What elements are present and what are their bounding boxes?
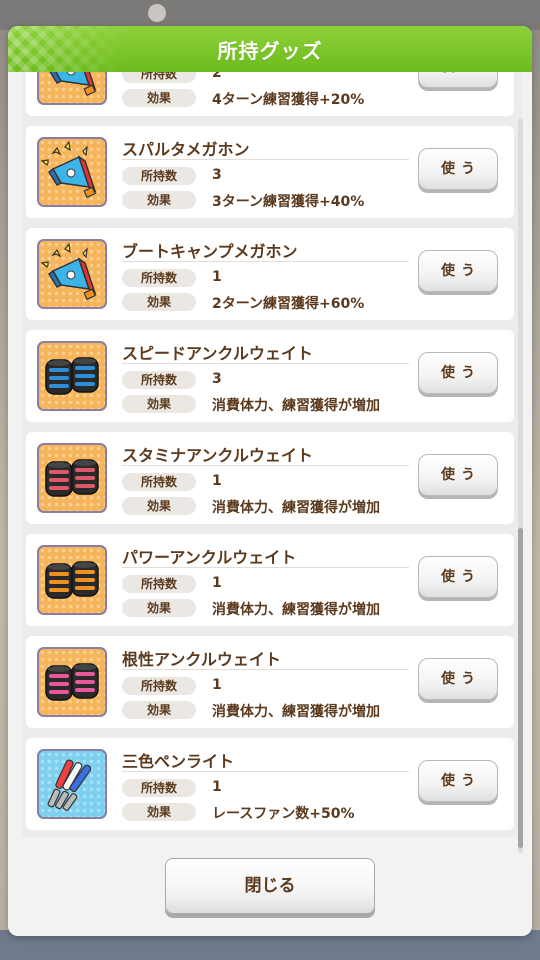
owned-count: 3 — [212, 371, 222, 387]
item-name: パワーアンクルウェイト — [122, 548, 297, 567]
effect-text: 消費体力、練習獲得が増加 — [212, 500, 380, 516]
item-name: ブートキャンプメガホン — [122, 242, 298, 261]
owned-label: 所持数 — [122, 779, 196, 797]
scrollbar[interactable] — [518, 118, 523, 853]
effect-text: 消費体力、練習獲得が増加 — [212, 704, 380, 720]
megaphone-yellow-icon — [37, 72, 107, 105]
item-divider — [122, 669, 409, 670]
use-button[interactable]: 使う — [418, 352, 498, 394]
modal-header: 所持グッズ — [8, 26, 532, 72]
effect-label: 効果 — [122, 599, 196, 617]
effect-text: レースファン数+50% — [212, 806, 355, 822]
effect-text: 消費体力、練習獲得が増加 — [212, 398, 380, 414]
owned-count: 1 — [212, 269, 222, 285]
effect-text: 2ターン練習獲得+60% — [212, 296, 365, 312]
use-button[interactable]: 使う — [418, 556, 498, 598]
effect-label: 効果 — [122, 293, 196, 311]
owned-count: 3 — [212, 167, 222, 183]
item-divider — [122, 465, 409, 466]
use-button[interactable]: 使う — [418, 148, 498, 190]
ankle-weight-blue-icon — [37, 341, 107, 411]
effect-label: 効果 — [122, 803, 196, 821]
goods-item: 所持数 2 効果 4ターン練習獲得+20% 使う — [26, 72, 514, 116]
goods-list: 所持数2効果4ターン練習獲得+20%使うスパルタメガホン所持数3効果3ターン練習… — [26, 72, 514, 837]
modal-title: 所持グッズ — [217, 39, 323, 63]
ankle-weight-red-icon — [37, 443, 107, 513]
owned-count: 2 — [212, 72, 222, 81]
item-divider — [122, 771, 409, 772]
effect-text: 3ターン練習獲得+40% — [212, 194, 365, 210]
close-button[interactable]: 閉じる — [165, 858, 375, 914]
penlight-icon — [37, 749, 107, 819]
owned-count: 1 — [212, 473, 222, 489]
goods-modal: 所持グッズ 所持数2効果4ターン練習獲得+20%使うスパルタメガホン所持数3効果… — [8, 26, 532, 936]
item-name: スパルタメガホン — [122, 140, 250, 159]
goods-item: スタミナアンクルウェイト 所持数 1 効果 消費体力、練習獲得が増加 使う — [26, 432, 514, 524]
goods-item: パワーアンクルウェイト 所持数 1 効果 消費体力、練習獲得が増加 使う — [26, 534, 514, 626]
item-name: スタミナアンクルウェイト — [122, 446, 313, 465]
item-divider — [122, 261, 409, 262]
item-divider — [122, 159, 409, 160]
ankle-weight-pink-icon — [37, 647, 107, 717]
megaphone-yellow-icon — [37, 239, 107, 309]
use-button[interactable]: 使う — [418, 760, 498, 802]
goods-item: スパルタメガホン 所持数 3 効果 3ターン練習獲得+40% 使う — [26, 126, 514, 218]
goods-item: 根性アンクルウェイト 所持数 1 効果 消費体力、練習獲得が増加 使う — [26, 636, 514, 728]
owned-label: 所持数 — [122, 167, 196, 185]
ankle-weight-orange-icon — [37, 545, 107, 615]
item-name: 根性アンクルウェイト — [122, 650, 281, 669]
use-button[interactable]: 使う — [418, 72, 498, 88]
owned-label: 所持数 — [122, 72, 196, 83]
effect-label: 効果 — [122, 701, 196, 719]
owned-label: 所持数 — [122, 677, 196, 695]
owned-count: 1 — [212, 575, 222, 591]
effect-text: 4ターン練習獲得+20% — [212, 92, 365, 108]
effect-label: 効果 — [122, 497, 196, 515]
item-name: 三色ペンライト — [122, 752, 235, 771]
owned-count: 1 — [212, 677, 222, 693]
item-divider — [122, 363, 409, 364]
owned-label: 所持数 — [122, 269, 196, 287]
item-divider — [122, 567, 409, 568]
effect-label: 効果 — [122, 89, 196, 107]
megaphone-yellow-icon — [37, 137, 107, 207]
item-name: スピードアンクルウェイト — [122, 344, 313, 363]
scrollbar-thumb[interactable] — [518, 528, 523, 848]
goods-item: ブートキャンプメガホン 所持数 1 効果 2ターン練習獲得+60% 使う — [26, 228, 514, 320]
use-button[interactable]: 使う — [418, 454, 498, 496]
use-button[interactable]: 使う — [418, 658, 498, 700]
owned-label: 所持数 — [122, 473, 196, 491]
owned-label: 所持数 — [122, 371, 196, 389]
effect-label: 効果 — [122, 191, 196, 209]
goods-item: スピードアンクルウェイト 所持数 3 効果 消費体力、練習獲得が増加 使う — [26, 330, 514, 422]
effect-label: 効果 — [122, 395, 196, 413]
owned-count: 1 — [212, 779, 222, 795]
owned-label: 所持数 — [122, 575, 196, 593]
use-button[interactable]: 使う — [418, 250, 498, 292]
goods-item: 三色ペンライト 所持数 1 効果 レースファン数+50% 使う — [26, 738, 514, 830]
effect-text: 消費体力、練習獲得が増加 — [212, 602, 380, 618]
goods-list-area[interactable]: 所持数2効果4ターン練習獲得+20%使うスパルタメガホン所持数3効果3ターン練習… — [22, 72, 522, 837]
